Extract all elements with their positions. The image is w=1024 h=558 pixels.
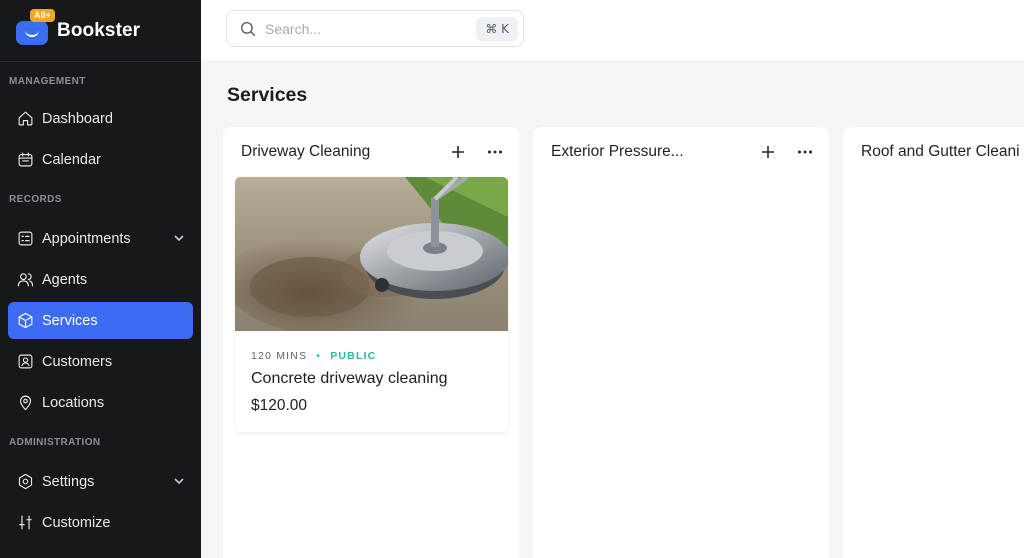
- section-label-records: RECORDS: [9, 194, 62, 205]
- chevron-down-icon[interactable]: [173, 475, 185, 487]
- contact-icon: [16, 353, 34, 371]
- sidebar-item-calendar[interactable]: Calendar: [8, 141, 193, 178]
- brand[interactable]: All+ Bookster: [0, 0, 201, 62]
- chevron-down-icon[interactable]: [173, 232, 185, 244]
- cube-icon: [16, 312, 34, 330]
- sidebar-item-dashboard[interactable]: Dashboard: [8, 100, 193, 137]
- column-title: Roof and Gutter Cleani: [861, 143, 1020, 160]
- sidebar-item-label: Locations: [42, 394, 105, 411]
- service-price: $120.00: [251, 397, 308, 414]
- top-bar: Search... ⌘ K: [201, 0, 1024, 62]
- users-icon: [16, 271, 34, 289]
- add-service-button[interactable]: [448, 142, 468, 162]
- more-horizontal-icon: [798, 150, 812, 154]
- sidebar: All+ Bookster MANAGEMENT Dashboard Calen…: [0, 0, 201, 558]
- pin-icon: [16, 394, 34, 412]
- sidebar-item-label: Appointments: [42, 230, 131, 247]
- more-horizontal-icon: [488, 150, 502, 154]
- sidebar-item-agents[interactable]: Agents: [8, 261, 193, 298]
- sliders-icon: [16, 514, 34, 532]
- calendar-icon: [16, 151, 34, 169]
- sidebar-item-label: Customize: [42, 514, 111, 531]
- sidebar-item-services[interactable]: Services: [8, 302, 193, 339]
- search-shortcut-hint: ⌘ K: [476, 16, 518, 41]
- column-title: Driveway Cleaning: [241, 143, 371, 160]
- sidebar-item-customers[interactable]: Customers: [8, 343, 193, 380]
- section-label-administration: ADMINISTRATION: [9, 437, 101, 448]
- service-duration: 120 MINS: [251, 350, 308, 362]
- sidebar-item-label: Services: [42, 312, 98, 329]
- search-placeholder: Search...: [265, 20, 322, 37]
- section-label-management: MANAGEMENT: [9, 76, 86, 87]
- meta-separator: •: [316, 350, 322, 362]
- service-image: [235, 177, 508, 331]
- plus-icon: [452, 146, 464, 158]
- sidebar-item-settings[interactable]: Settings: [8, 463, 193, 500]
- service-meta: 120 MINS • PUBLIC: [251, 350, 492, 362]
- page-title: Services: [227, 84, 308, 106]
- service-category-column: Exterior Pressure...: [533, 127, 829, 558]
- service-name: Concrete driveway cleaning: [251, 370, 448, 387]
- sidebar-item-label: Settings: [42, 473, 95, 490]
- column-header: Roof and Gutter Cleani: [843, 127, 1024, 177]
- sidebar-item-label: Dashboard: [42, 110, 113, 127]
- home-icon: [16, 110, 34, 128]
- sidebar-item-label: Customers: [42, 353, 113, 370]
- search-input[interactable]: Search... ⌘ K: [226, 10, 524, 47]
- brand-name: Bookster: [57, 19, 141, 41]
- appointments-icon: [16, 230, 34, 248]
- sidebar-item-appointments[interactable]: Appointments: [8, 220, 193, 257]
- column-more-button[interactable]: [795, 142, 815, 162]
- service-category-column: Roof and Gutter Cleani: [843, 127, 1024, 558]
- search-icon: [239, 20, 257, 38]
- plan-badge: All+: [30, 9, 55, 22]
- service-visibility-badge: PUBLIC: [330, 350, 377, 362]
- sidebar-item-label: Agents: [42, 271, 88, 288]
- column-header: Exterior Pressure...: [533, 127, 829, 177]
- sidebar-item-customize[interactable]: Customize: [8, 504, 193, 541]
- column-header: Driveway Cleaning: [223, 127, 519, 177]
- service-card[interactable]: 120 MINS • PUBLIC Concrete driveway clea…: [235, 177, 508, 432]
- sidebar-item-label: Calendar: [42, 151, 101, 168]
- add-service-button[interactable]: [758, 142, 778, 162]
- service-category-column: Driveway Cleaning 120 MINS • PUBLIC Conc…: [223, 127, 519, 558]
- column-title: Exterior Pressure...: [551, 143, 684, 160]
- column-more-button[interactable]: [485, 142, 505, 162]
- gear-icon: [16, 473, 34, 491]
- sidebar-item-locations[interactable]: Locations: [8, 384, 193, 421]
- plus-icon: [762, 146, 774, 158]
